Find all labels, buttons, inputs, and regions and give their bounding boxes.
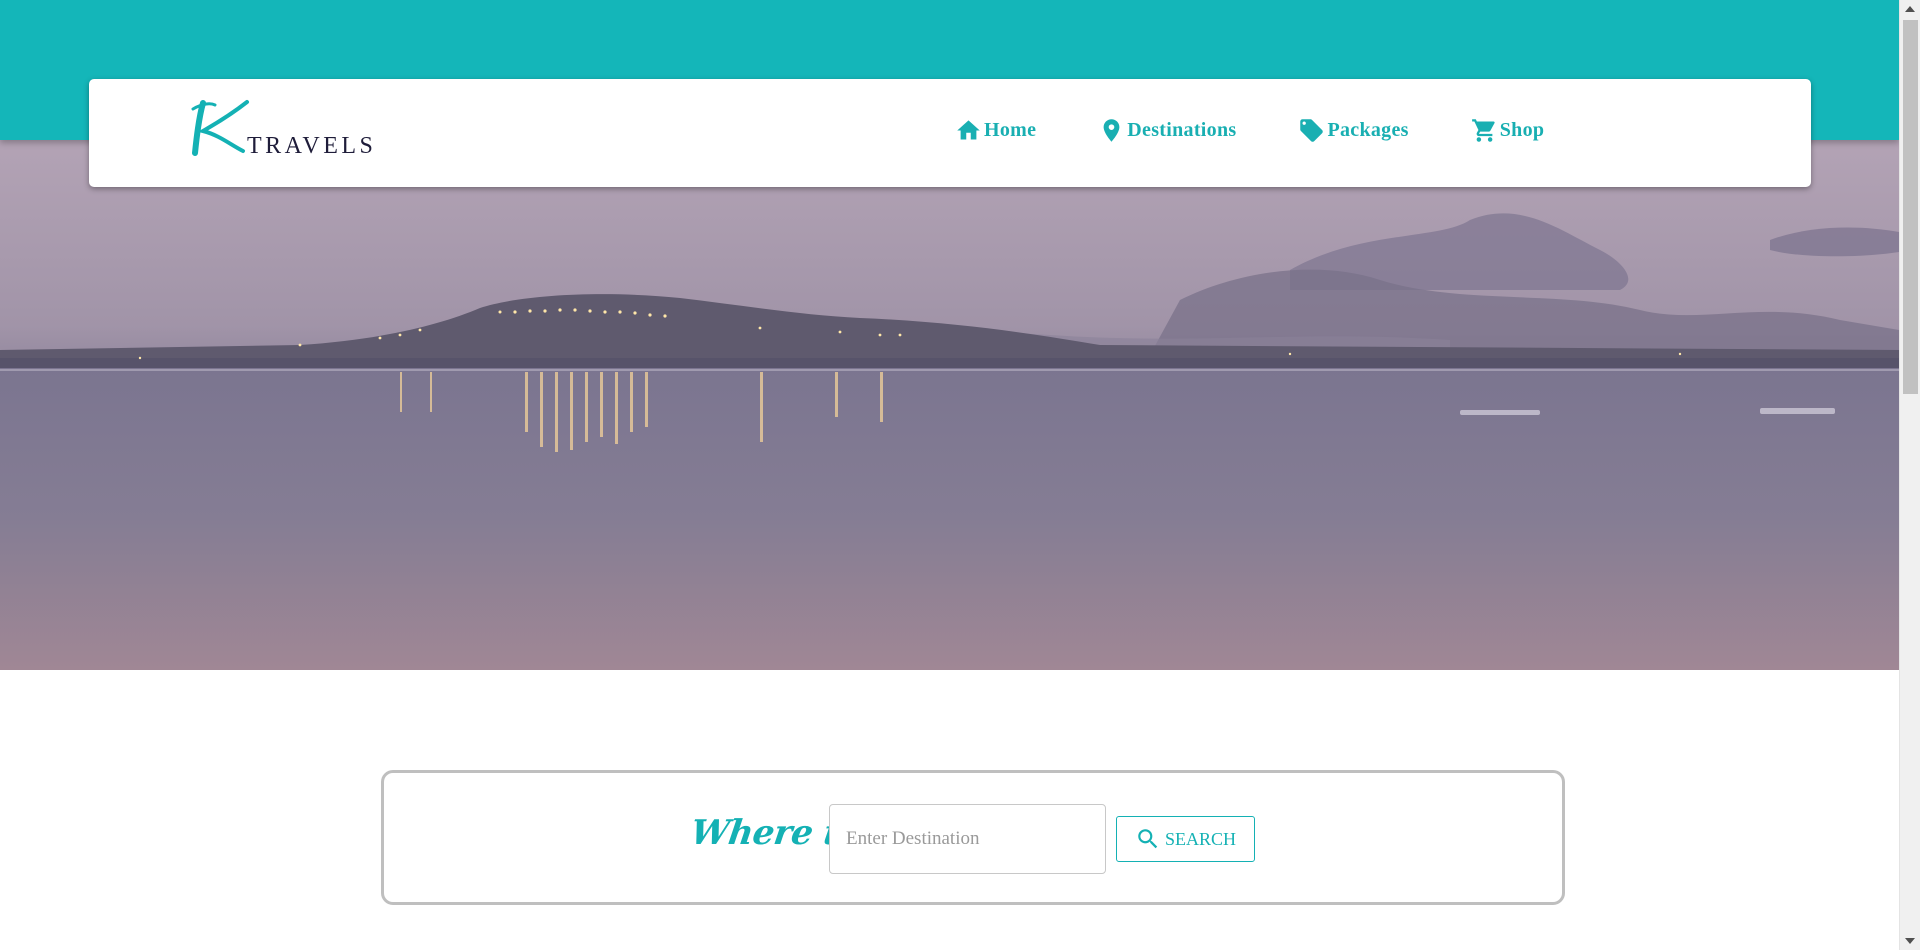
brand-name: TRAVELS <box>247 133 377 159</box>
search-button-label: SEARCH <box>1164 828 1236 849</box>
cart-icon <box>1471 119 1495 142</box>
destination-input[interactable] <box>829 804 1106 874</box>
search-icon <box>1138 829 1158 849</box>
nav-item-label: Home <box>984 119 1037 141</box>
nav-item-destinations[interactable]: Destinations <box>1098 117 1236 144</box>
nav-item-label: Packages <box>1327 119 1409 141</box>
logo[interactable]: TRAVELS <box>189 99 379 165</box>
scrollbar-thumb[interactable] <box>1903 20 1918 394</box>
hero-landscape-graphic <box>0 140 1899 670</box>
search-card: Where to? SEARCH <box>381 770 1565 905</box>
main-nav: Home Destinations Packages Shop <box>955 117 1544 144</box>
nav-item-home[interactable]: Home <box>955 117 1036 144</box>
header-card: TRAVELS Home Destinations Packages Shop <box>89 79 1811 187</box>
page: TRAVELS Home Destinations Packages Shop … <box>0 0 1920 950</box>
map-pin-icon <box>1103 119 1120 142</box>
scroll-down-arrow-icon[interactable] <box>1900 932 1920 950</box>
hero-image <box>0 140 1899 670</box>
nav-item-shop[interactable]: Shop <box>1471 117 1545 144</box>
vertical-scrollbar[interactable] <box>1899 0 1920 950</box>
search-button[interactable]: SEARCH <box>1116 816 1255 862</box>
nav-item-label: Destinations <box>1127 119 1237 141</box>
tag-icon <box>1300 119 1324 142</box>
nav-item-label: Shop <box>1499 119 1545 141</box>
home-icon <box>957 120 980 140</box>
nav-item-packages[interactable]: Packages <box>1298 117 1408 144</box>
k-logo-mark <box>191 100 249 156</box>
scroll-up-arrow-icon[interactable] <box>1900 0 1920 18</box>
